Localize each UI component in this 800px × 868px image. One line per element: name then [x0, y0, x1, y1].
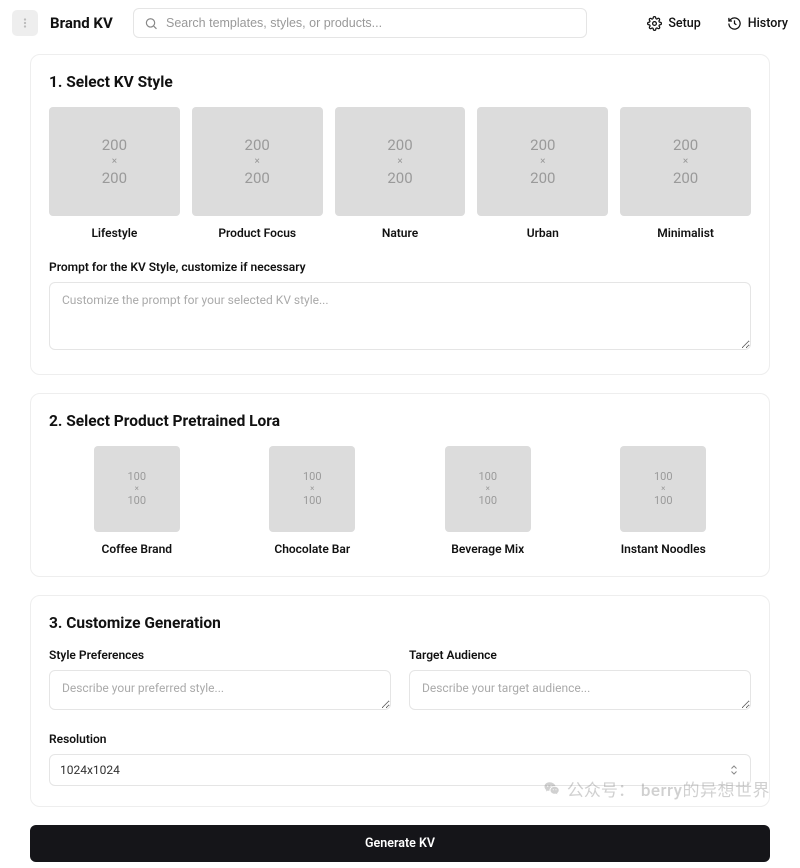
lora-label: Instant Noodles: [576, 542, 752, 556]
history-label: History: [748, 16, 788, 31]
kv-style-label: Product Focus: [192, 226, 323, 240]
lora-label: Beverage Mix: [400, 542, 576, 556]
chevron-updown-icon: [728, 764, 740, 776]
thumbnail-placeholder: 200×200: [192, 107, 323, 216]
kv-style-product-focus[interactable]: 200×200 Product Focus: [192, 107, 323, 240]
lora-label: Coffee Brand: [49, 542, 225, 556]
kv-prompt-textarea[interactable]: [49, 282, 751, 350]
app-header: Brand KV Setup History: [0, 0, 800, 46]
kv-style-nature[interactable]: 200×200 Nature: [335, 107, 466, 240]
thumbnail-placeholder: 100×100: [445, 446, 531, 532]
search-field[interactable]: [133, 8, 587, 38]
search-icon: [144, 16, 158, 31]
thumbnail-placeholder: 200×200: [335, 107, 466, 216]
history-icon: [727, 16, 742, 31]
setup-button[interactable]: Setup: [647, 16, 700, 31]
generate-label: Generate KV: [365, 836, 435, 851]
app-logo: [12, 10, 38, 36]
target-audience-label: Target Audience: [409, 648, 751, 662]
search-input[interactable]: [166, 16, 576, 30]
style-preferences-label: Style Preferences: [49, 648, 391, 662]
thumbnail-placeholder: 200×200: [620, 107, 751, 216]
section2-title: 2. Select Product Pretrained Lora: [49, 412, 751, 430]
section-customize: 3. Customize Generation Style Preference…: [30, 595, 770, 807]
section1-title: 1. Select KV Style: [49, 73, 751, 91]
kv-style-urban[interactable]: 200×200 Urban: [477, 107, 608, 240]
lora-beverage-mix[interactable]: 100×100 Beverage Mix: [400, 446, 576, 556]
kv-style-label: Minimalist: [620, 226, 751, 240]
gear-icon: [647, 16, 662, 31]
lora-instant-noodles[interactable]: 100×100 Instant Noodles: [576, 446, 752, 556]
style-preferences-textarea[interactable]: [49, 670, 391, 710]
resolution-value: 1024x1024: [60, 763, 120, 777]
section-kv-style: 1. Select KV Style 200×200 Lifestyle 200…: [30, 54, 770, 375]
thumbnail-placeholder: 100×100: [94, 446, 180, 532]
section-lora: 2. Select Product Pretrained Lora 100×10…: [30, 393, 770, 577]
resolution-label: Resolution: [49, 732, 751, 746]
kv-style-label: Urban: [477, 226, 608, 240]
setup-label: Setup: [668, 16, 700, 31]
lora-label: Chocolate Bar: [225, 542, 401, 556]
lora-coffee-brand[interactable]: 100×100 Coffee Brand: [49, 446, 225, 556]
generate-button[interactable]: Generate KV: [30, 825, 770, 862]
thumbnail-placeholder: 200×200: [49, 107, 180, 216]
thumbnail-placeholder: 200×200: [477, 107, 608, 216]
kv-style-label: Lifestyle: [49, 226, 180, 240]
section3-title: 3. Customize Generation: [49, 614, 751, 632]
resolution-select[interactable]: 1024x1024: [49, 754, 751, 786]
brand-title: Brand KV: [50, 14, 113, 32]
thumbnail-placeholder: 100×100: [269, 446, 355, 532]
lora-row: 100×100 Coffee Brand 100×100 Chocolate B…: [49, 446, 751, 556]
kv-style-lifestyle[interactable]: 200×200 Lifestyle: [49, 107, 180, 240]
history-button[interactable]: History: [727, 16, 788, 31]
kv-style-label: Nature: [335, 226, 466, 240]
kv-style-row: 200×200 Lifestyle 200×200 Product Focus …: [49, 107, 751, 240]
target-audience-textarea[interactable]: [409, 670, 751, 710]
thumbnail-placeholder: 100×100: [620, 446, 706, 532]
kv-prompt-label: Prompt for the KV Style, customize if ne…: [49, 260, 751, 274]
lora-chocolate-bar[interactable]: 100×100 Chocolate Bar: [225, 446, 401, 556]
kv-style-minimalist[interactable]: 200×200 Minimalist: [620, 107, 751, 240]
